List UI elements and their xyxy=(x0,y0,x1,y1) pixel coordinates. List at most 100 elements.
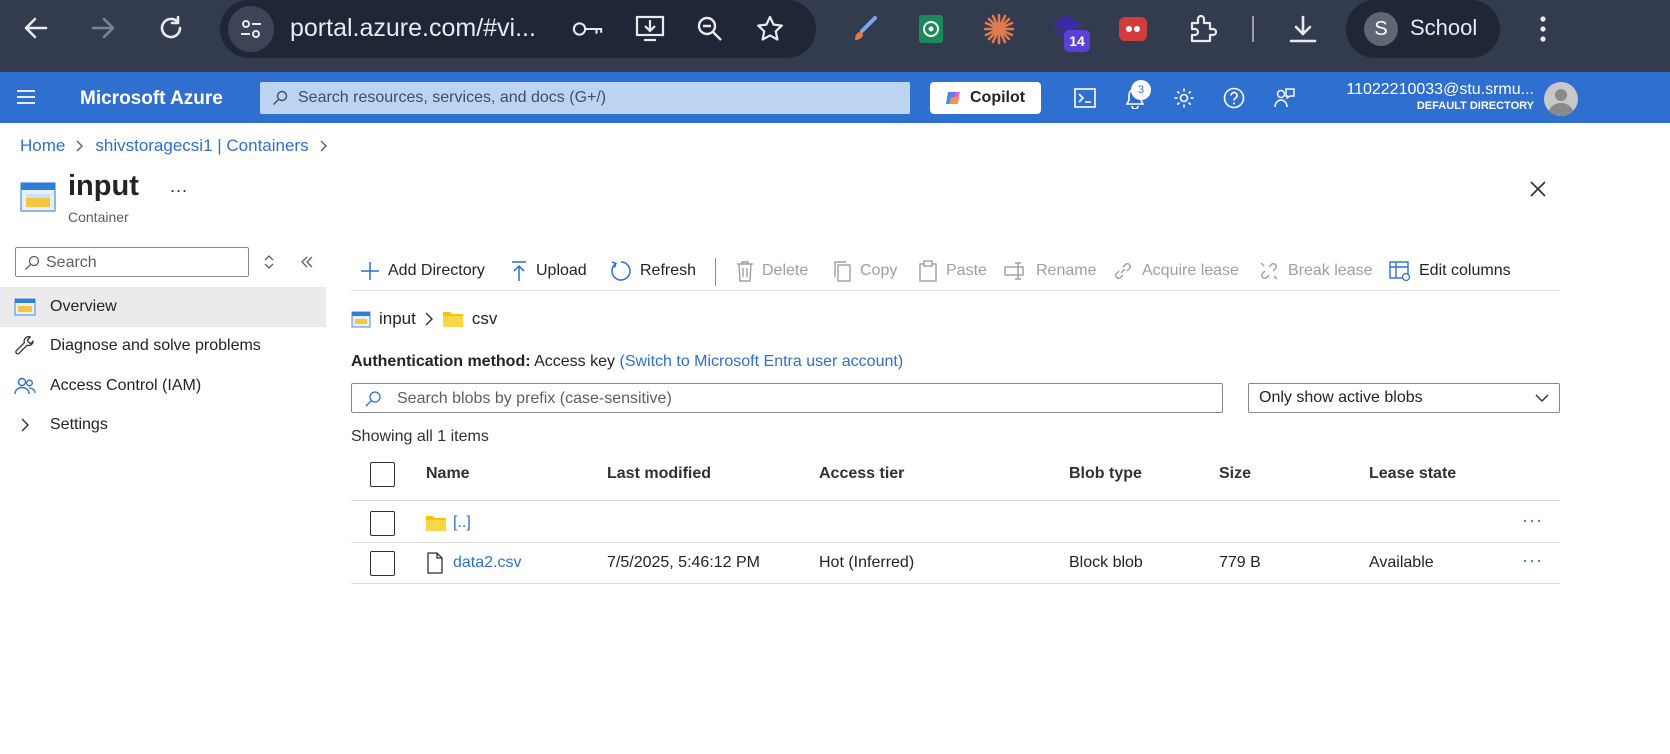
copy-button[interactable]: Copy xyxy=(832,257,897,285)
collapse-sidebar-icon[interactable] xyxy=(296,251,318,273)
link-icon xyxy=(1115,263,1131,279)
refresh-button[interactable]: Refresh xyxy=(610,257,696,285)
account-info[interactable]: 11022210033@stu.srmu... DEFAULT DIRECTOR… xyxy=(1346,81,1534,112)
row-more-button[interactable]: ··· xyxy=(1522,510,1543,531)
account-avatar[interactable] xyxy=(1544,82,1578,116)
account-email: 11022210033@stu.srmu... xyxy=(1346,81,1534,98)
sidebar-item-overview[interactable]: Overview xyxy=(0,287,326,327)
column-header-blob-type[interactable]: Blob type xyxy=(1069,465,1142,483)
paste-button[interactable]: Paste xyxy=(918,257,987,285)
zoom-out-icon[interactable] xyxy=(694,13,726,45)
row-name-link[interactable]: data2.csv xyxy=(453,554,521,572)
sidebar-item-settings[interactable]: Settings xyxy=(0,405,326,445)
page-title: input xyxy=(68,170,139,202)
switch-auth-link[interactable]: (Switch to Microsoft Entra user account) xyxy=(619,353,903,370)
more-actions-button[interactable]: ... xyxy=(170,176,188,197)
blob-filter-value: Only show active blobs xyxy=(1259,389,1423,406)
upload-button[interactable]: Upload xyxy=(510,257,587,285)
auth-value: Access key xyxy=(534,353,616,370)
breadcrumb: Home shivstoragecsi1 | Containers xyxy=(20,136,329,156)
delete-button[interactable]: Delete xyxy=(736,257,808,285)
chevron-down-icon xyxy=(1535,394,1549,402)
edit-columns-button[interactable]: Edit columns xyxy=(1389,257,1511,285)
add-directory-button[interactable]: Add Directory xyxy=(360,257,485,285)
search-icon xyxy=(365,391,381,407)
downloads-icon[interactable] xyxy=(1286,12,1320,46)
help-icon[interactable] xyxy=(1220,84,1248,112)
stack-extension-icon[interactable]: 14 xyxy=(1050,12,1090,52)
expand-collapse-icon[interactable] xyxy=(258,251,280,273)
column-header-size[interactable]: Size xyxy=(1219,465,1251,483)
hamburger-menu-icon[interactable] xyxy=(16,88,36,111)
blob-prefix-search-input[interactable]: Search blobs by prefix (case-sensitive) xyxy=(351,383,1223,413)
chevron-right-icon xyxy=(425,312,433,326)
path-container[interactable]: input xyxy=(379,309,416,329)
back-arrow-icon[interactable] xyxy=(18,10,54,46)
path-folder[interactable]: csv xyxy=(472,309,498,329)
reload-icon[interactable] xyxy=(153,10,189,46)
paintbrush-extension-icon[interactable] xyxy=(848,12,882,46)
row-size: 779 B xyxy=(1219,554,1261,571)
chatgpt-extension-icon[interactable] xyxy=(914,12,948,46)
column-header-name[interactable]: Name xyxy=(426,465,470,483)
copy-label: Copy xyxy=(860,262,898,279)
feedback-icon[interactable] xyxy=(1270,84,1298,112)
sidebar-search-placeholder: Search xyxy=(46,254,97,271)
recorder-extension-icon[interactable] xyxy=(1116,12,1150,46)
sidebar-search-input[interactable]: Search xyxy=(15,247,249,277)
break-lease-button[interactable]: Break lease xyxy=(1258,257,1373,285)
breadcrumb-parent[interactable]: shivstoragecsi1 | Containers xyxy=(95,136,308,156)
copilot-button[interactable]: Copilot xyxy=(930,82,1041,114)
rename-button[interactable]: Rename xyxy=(1004,257,1096,285)
notifications-badge: 3 xyxy=(1131,80,1151,100)
column-header-access-tier[interactable]: Access tier xyxy=(819,465,904,483)
breadcrumb-home[interactable]: Home xyxy=(20,136,65,156)
address-bar[interactable]: portal.azure.com/#vi... xyxy=(220,0,816,58)
row-more-button[interactable]: ··· xyxy=(1522,550,1543,571)
azure-brand[interactable]: Microsoft Azure xyxy=(80,88,223,110)
browser-menu-icon[interactable] xyxy=(1526,12,1560,46)
key-icon[interactable] xyxy=(572,13,604,45)
cloud-shell-icon[interactable] xyxy=(1071,84,1099,112)
wrench-icon xyxy=(0,336,50,356)
sidebar-item-label: Overview xyxy=(50,298,117,315)
extensions-puzzle-icon[interactable] xyxy=(1186,12,1220,46)
sidebar-item-iam[interactable]: Access Control (IAM) xyxy=(0,366,326,406)
url-text[interactable]: portal.azure.com/#vi... xyxy=(290,14,536,43)
install-app-icon[interactable] xyxy=(634,13,666,45)
chevron-right-icon xyxy=(320,140,327,152)
column-header-last-modified[interactable]: Last modified xyxy=(607,465,711,483)
copilot-label: Copilot xyxy=(970,89,1026,106)
sidebar-item-diagnose[interactable]: Diagnose and solve problems xyxy=(0,326,326,366)
rename-icon xyxy=(1004,262,1024,280)
acquire-lease-label: Acquire lease xyxy=(1142,262,1239,279)
forward-arrow-icon[interactable] xyxy=(85,10,121,46)
blob-search-placeholder: Search blobs by prefix (case-sensitive) xyxy=(397,390,672,407)
select-all-checkbox[interactable] xyxy=(370,462,395,487)
claude-extension-icon[interactable] xyxy=(982,12,1016,46)
site-settings-icon[interactable] xyxy=(228,6,274,52)
column-header-lease-state[interactable]: Lease state xyxy=(1369,465,1456,483)
broken-link-icon xyxy=(1260,262,1278,280)
sidebar-item-label: Settings xyxy=(50,416,108,433)
global-search-placeholder: Search resources, services, and docs (G+… xyxy=(298,89,607,106)
global-search-input[interactable]: Search resources, services, and docs (G+… xyxy=(260,82,910,114)
toolbar-bottom-border xyxy=(351,290,1560,291)
blob-filter-dropdown[interactable]: Only show active blobs xyxy=(1248,383,1560,413)
profile-avatar: S xyxy=(1364,12,1398,46)
toolbar-divider xyxy=(1252,16,1254,42)
row-checkbox[interactable] xyxy=(370,511,395,536)
refresh-icon xyxy=(611,261,631,281)
bookmark-star-icon[interactable] xyxy=(754,13,786,45)
close-icon[interactable] xyxy=(1525,176,1551,202)
items-count-text: Showing all 1 items xyxy=(351,428,489,445)
break-lease-label: Break lease xyxy=(1288,262,1373,279)
row-checkbox[interactable] xyxy=(370,551,395,576)
settings-gear-icon[interactable] xyxy=(1170,84,1198,112)
copy-icon xyxy=(834,261,851,282)
row-name-link[interactable]: [..] xyxy=(453,514,471,532)
acquire-lease-button[interactable]: Acquire lease xyxy=(1112,257,1239,285)
copilot-icon xyxy=(946,92,960,104)
table-header-border xyxy=(351,500,1560,501)
profile-button[interactable]: S School xyxy=(1346,0,1500,58)
